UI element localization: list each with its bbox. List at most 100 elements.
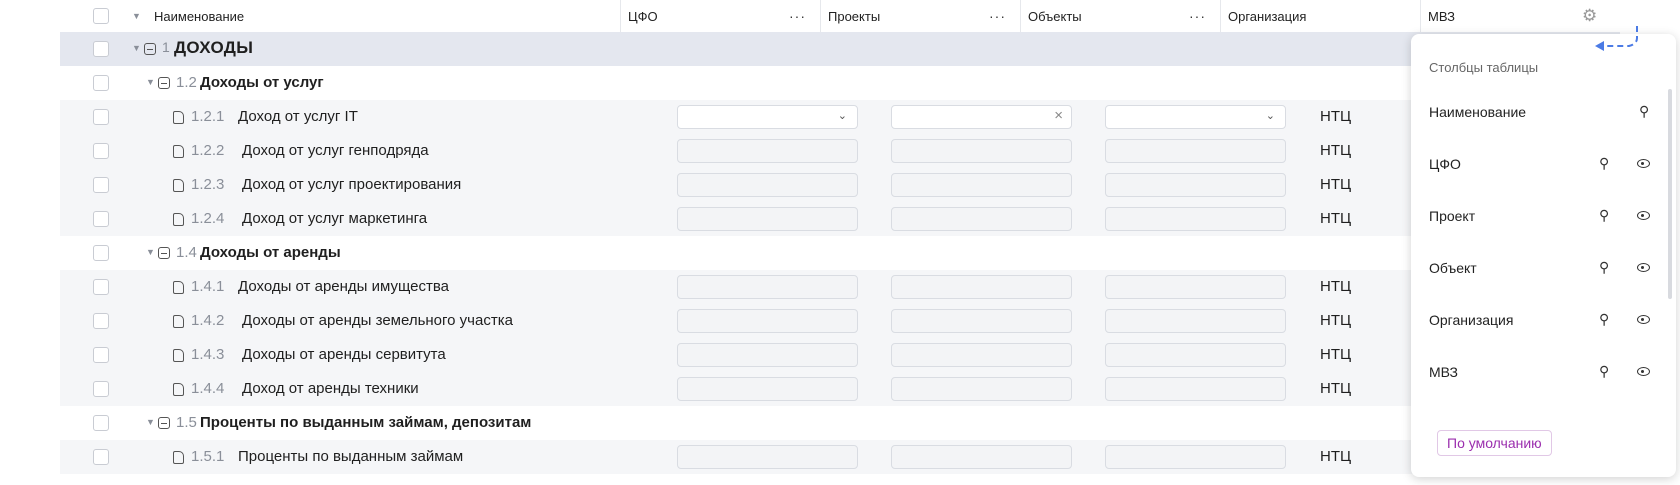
- row-code: 1.2.2: [191, 142, 225, 159]
- cfo-field[interactable]: [677, 309, 858, 333]
- collapse-icon[interactable]: ▼: [146, 417, 155, 427]
- cfo-field[interactable]: [677, 275, 858, 299]
- project-field[interactable]: [891, 207, 1072, 231]
- row-checkbox[interactable]: [93, 41, 109, 57]
- collapse-all-icon[interactable]: ▼: [132, 11, 141, 21]
- table-row[interactable]: 1.4.1 Доходы от аренды имущества НТЦ: [60, 270, 1620, 304]
- default-button[interactable]: По умолчанию: [1437, 430, 1552, 456]
- cfo-field[interactable]: [677, 445, 858, 469]
- row-name: Доходы от аренды земельного участка: [242, 312, 513, 329]
- table-row[interactable]: ▼ 1.4 Доходы от аренды: [60, 236, 1620, 270]
- column-item-object[interactable]: Объект: [1429, 260, 1477, 276]
- select-all-checkbox[interactable]: [93, 8, 109, 24]
- header-organization[interactable]: Организация: [1228, 0, 1306, 32]
- row-checkbox[interactable]: [93, 109, 109, 125]
- project-select[interactable]: ×: [891, 105, 1072, 129]
- org-cell: НТЦ: [1320, 176, 1352, 193]
- table-row[interactable]: 1.2.3 Доход от услуг проектирования НТЦ: [60, 168, 1620, 202]
- row-checkbox[interactable]: [93, 313, 109, 329]
- project-field[interactable]: [891, 377, 1072, 401]
- project-field[interactable]: [891, 445, 1072, 469]
- row-checkbox[interactable]: [93, 449, 109, 465]
- column-item-project[interactable]: Проект: [1429, 208, 1475, 224]
- object-field[interactable]: [1105, 275, 1286, 299]
- eye-icon[interactable]: [1637, 367, 1650, 376]
- row-name: Доходы от услуг: [200, 74, 324, 91]
- cfo-column-menu-icon[interactable]: ···: [789, 8, 806, 24]
- pin-icon[interactable]: ⚲: [1599, 259, 1609, 276]
- project-field[interactable]: [891, 343, 1072, 367]
- header-cfo[interactable]: ЦФО: [628, 0, 658, 32]
- cfo-select[interactable]: ⌄: [677, 105, 858, 129]
- object-select[interactable]: ⌄: [1105, 105, 1286, 129]
- row-checkbox[interactable]: [93, 381, 109, 397]
- row-checkbox[interactable]: [93, 211, 109, 227]
- eye-icon[interactable]: [1637, 315, 1650, 324]
- collapse-icon[interactable]: ▼: [132, 43, 141, 53]
- column-item-mvz[interactable]: МВЗ: [1429, 364, 1458, 380]
- cfo-field[interactable]: [677, 173, 858, 197]
- document-icon: [173, 383, 184, 396]
- cfo-field[interactable]: [677, 377, 858, 401]
- column-item-name[interactable]: Наименование: [1429, 104, 1526, 120]
- project-field[interactable]: [891, 275, 1072, 299]
- column-item-organization[interactable]: Организация: [1429, 312, 1513, 328]
- pin-icon[interactable]: ⚲: [1599, 155, 1609, 172]
- object-field[interactable]: [1105, 207, 1286, 231]
- table-row[interactable]: 1.4.3 Доходы от аренды сервитута НТЦ: [60, 338, 1620, 372]
- column-settings-panel: Столбцы таблицы Наименование ⚲ ЦФО ⚲ Про…: [1411, 26, 1676, 477]
- collapse-icon[interactable]: ▼: [146, 247, 155, 257]
- object-field[interactable]: [1105, 309, 1286, 333]
- row-name: ДОХОДЫ: [174, 38, 254, 57]
- table-row[interactable]: 1.2.2 Доход от услуг генподряда НТЦ: [60, 134, 1620, 168]
- object-field[interactable]: [1105, 377, 1286, 401]
- row-checkbox[interactable]: [93, 177, 109, 193]
- pin-icon[interactable]: ⚲: [1639, 103, 1649, 120]
- collapse-icon[interactable]: ▼: [146, 77, 155, 87]
- row-checkbox[interactable]: [93, 75, 109, 91]
- row-code: 1.5: [176, 414, 197, 431]
- cfo-field[interactable]: [677, 139, 858, 163]
- object-field[interactable]: [1105, 173, 1286, 197]
- object-field[interactable]: [1105, 343, 1286, 367]
- pin-icon[interactable]: ⚲: [1599, 363, 1609, 380]
- table-row[interactable]: 1.4.2 Доходы от аренды земельного участк…: [60, 304, 1620, 338]
- panel-scrollbar[interactable]: [1668, 89, 1672, 299]
- header-name[interactable]: Наименование: [154, 0, 244, 32]
- eye-icon[interactable]: [1637, 211, 1650, 220]
- row-checkbox[interactable]: [93, 143, 109, 159]
- close-icon[interactable]: ×: [1054, 107, 1063, 124]
- object-field[interactable]: [1105, 445, 1286, 469]
- object-field[interactable]: [1105, 139, 1286, 163]
- table-row[interactable]: ▼ 1.5 Проценты по выданным займам, депоз…: [60, 406, 1620, 440]
- table-row[interactable]: ▼ 1 ДОХОДЫ: [60, 32, 1620, 66]
- column-item-cfo[interactable]: ЦФО: [1429, 156, 1461, 172]
- row-checkbox[interactable]: [93, 347, 109, 363]
- table-row[interactable]: 1.4.4 Доход от аренды техники НТЦ: [60, 372, 1620, 406]
- org-cell: НТЦ: [1320, 312, 1352, 329]
- cfo-field[interactable]: [677, 343, 858, 367]
- gear-icon[interactable]: ⚙: [1582, 6, 1597, 26]
- cfo-field[interactable]: [677, 207, 858, 231]
- eye-icon[interactable]: [1637, 159, 1650, 168]
- header-objects[interactable]: Объекты: [1028, 0, 1082, 32]
- header-mvz[interactable]: МВЗ: [1428, 0, 1455, 32]
- table-row[interactable]: 1.5.1 Проценты по выданным займам НТЦ: [60, 440, 1620, 474]
- objects-column-menu-icon[interactable]: ···: [1189, 8, 1206, 24]
- org-cell: НТЦ: [1320, 108, 1352, 125]
- row-code: 1.2.1: [191, 108, 225, 125]
- projects-column-menu-icon[interactable]: ···: [989, 8, 1006, 24]
- eye-icon[interactable]: [1637, 263, 1650, 272]
- header-projects[interactable]: Проекты: [828, 0, 880, 32]
- row-checkbox[interactable]: [93, 415, 109, 431]
- pin-icon[interactable]: ⚲: [1599, 311, 1609, 328]
- pin-icon[interactable]: ⚲: [1599, 207, 1609, 224]
- project-field[interactable]: [891, 173, 1072, 197]
- table-row[interactable]: ▼ 1.2 Доходы от услуг: [60, 66, 1620, 100]
- table-row[interactable]: 1.2.4 Доход от услуг маркетинга НТЦ: [60, 202, 1620, 236]
- row-checkbox[interactable]: [93, 245, 109, 261]
- project-field[interactable]: [891, 139, 1072, 163]
- project-field[interactable]: [891, 309, 1072, 333]
- row-checkbox[interactable]: [93, 279, 109, 295]
- table-row[interactable]: 1.2.1 Доход от услуг IT ⌄ × ⌄ НТЦ: [60, 100, 1620, 134]
